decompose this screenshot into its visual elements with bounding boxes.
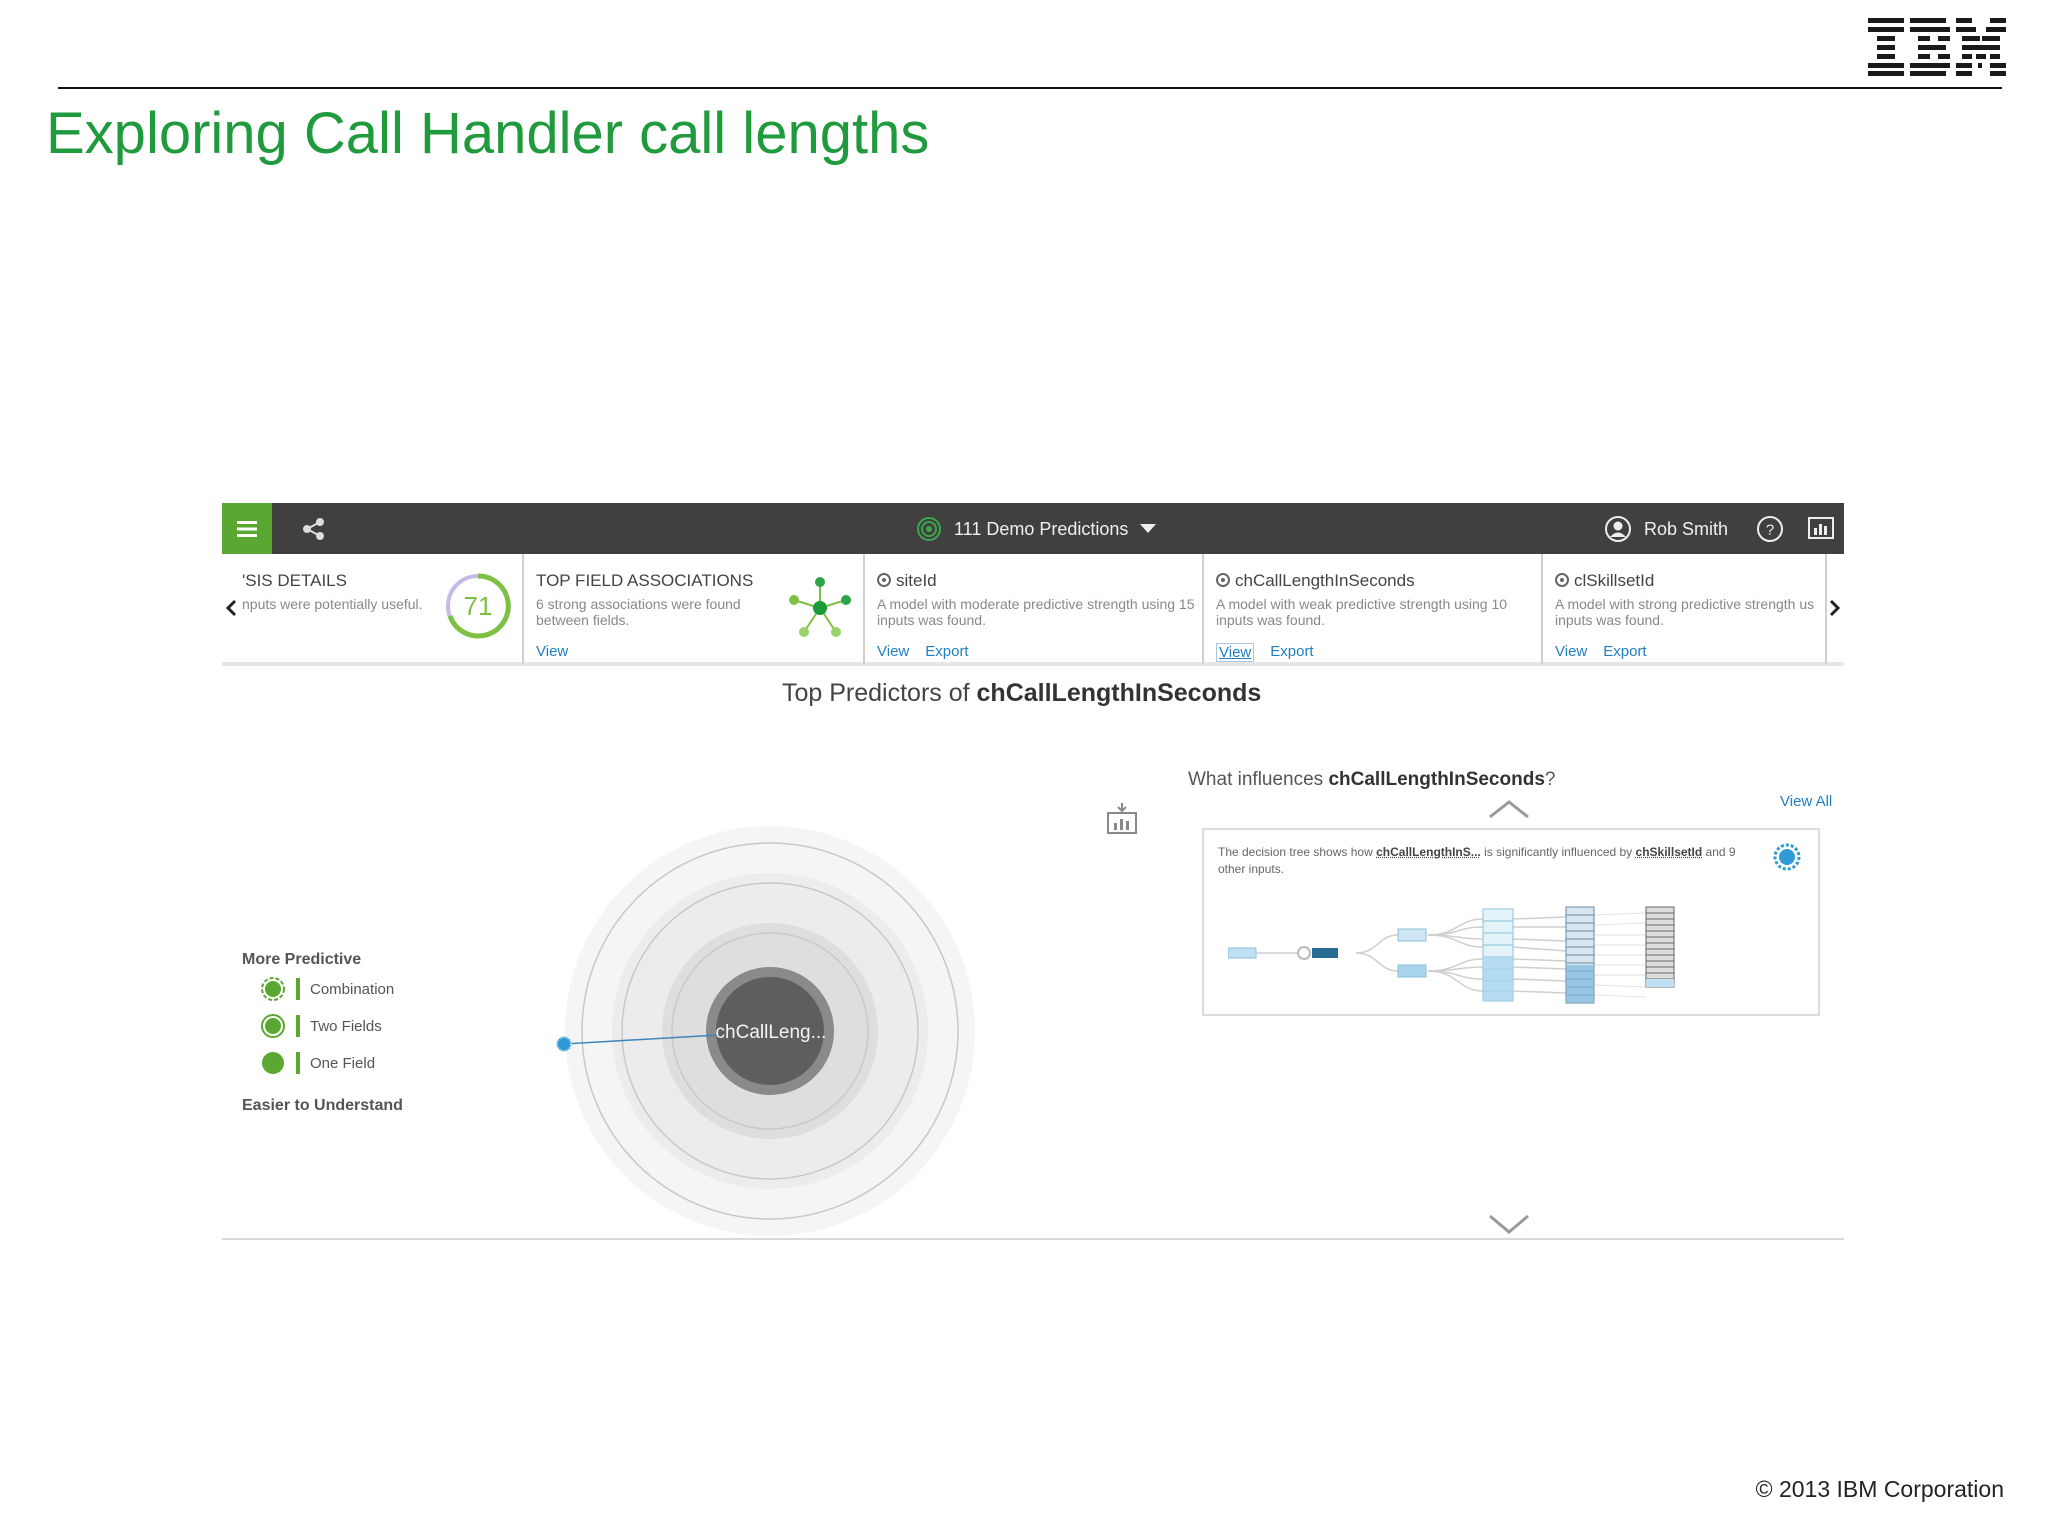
card-title: TOP FIELD ASSOCIATIONS <box>536 571 754 590</box>
top-bar: 111 Demo Predictions Rob Smith ? <box>222 503 1844 554</box>
insight-cards-carousel: 'SIS DETAILS nputs were potentially usef… <box>222 554 1844 666</box>
card-title: 'SIS DETAILS <box>242 571 347 590</box>
score-ring-icon: 71 <box>446 573 511 639</box>
bubble-center-label: chCallLeng... <box>716 1022 827 1043</box>
network-graph-icon <box>789 577 851 637</box>
card-desc: 6 strong associations were found between… <box>536 596 741 628</box>
one-field-icon <box>262 1052 284 1074</box>
carousel-next-icon[interactable] <box>1826 598 1842 618</box>
hamburger-icon <box>237 520 257 537</box>
card-desc: A model with strong predictive strength … <box>1555 596 1815 628</box>
export-link[interactable]: Export <box>925 643 968 660</box>
target-radio-icon <box>877 573 891 587</box>
card-desc: A model with moderate predictive strengt… <box>877 596 1195 628</box>
caret-down-icon <box>1140 524 1157 533</box>
ibm-logo <box>1868 18 2006 76</box>
user-menu[interactable]: Rob Smith <box>1604 514 1728 544</box>
influence-title: What influences chCallLengthInSeconds? <box>1188 769 1556 790</box>
chevron-up-icon[interactable] <box>1488 799 1530 819</box>
project-name: 111 Demo Predictions <box>954 518 1129 539</box>
slide-title: Exploring Call Handler call lengths <box>46 101 930 166</box>
view-link[interactable]: View <box>536 643 568 660</box>
predictor-legend-bottom: Easier to Understand <box>242 1097 403 1115</box>
view-link[interactable]: View <box>1216 643 1255 662</box>
menu-button[interactable] <box>222 503 272 554</box>
legend-top-label: More Predictive <box>242 951 362 968</box>
legend-label: Two Fields <box>310 1017 382 1035</box>
gear-icon[interactable] <box>1772 842 1802 872</box>
legend-item-two-fields: Two Fields <box>260 1013 382 1039</box>
report-icon[interactable] <box>1808 517 1834 541</box>
decision-tree-card[interactable]: The decision tree shows how chCallLength… <box>1202 828 1820 1016</box>
card-analysis-details[interactable]: 'SIS DETAILS nputs were potentially usef… <box>222 554 524 664</box>
card-top-field-associations[interactable]: TOP FIELD ASSOCIATIONS 6 strong associat… <box>524 554 865 664</box>
card-desc: nputs were potentially useful. <box>242 596 423 612</box>
legend-item-combination: Combination <box>260 976 394 1002</box>
two-fields-icon <box>261 1014 285 1038</box>
legend-bottom-label: Easier to Understand <box>242 1097 403 1114</box>
tree-description: The decision tree shows how chCallLength… <box>1218 845 1736 876</box>
download-icon[interactable] <box>1106 803 1138 835</box>
card-siteid[interactable]: siteId A model with moderate predictive … <box>865 554 1204 664</box>
card-desc: A model with weak predictive strength us… <box>1216 596 1508 628</box>
predictor-legend: More Predictive <box>242 951 361 969</box>
card-clskillsetid[interactable]: clSkillsetId A model with strong predict… <box>1543 554 1827 664</box>
share-icon[interactable] <box>300 515 328 543</box>
card-chcalllengthinseconds[interactable]: chCallLengthInSeconds A model with weak … <box>1204 554 1543 664</box>
svg-text:?: ? <box>1766 522 1774 539</box>
card-title: chCallLengthInSeconds <box>1216 571 1415 591</box>
view-all-link[interactable]: View All <box>1780 793 1832 810</box>
export-link[interactable]: Export <box>1603 643 1646 660</box>
chevron-down-icon[interactable] <box>1488 1213 1530 1235</box>
target-radio-icon <box>1555 573 1569 587</box>
bottom-divider <box>222 1238 1844 1240</box>
card-title: siteId <box>877 571 937 591</box>
combination-icon <box>261 977 285 1001</box>
view-link[interactable]: View <box>1555 643 1587 660</box>
view-link[interactable]: View <box>877 643 909 660</box>
user-name: Rob Smith <box>1643 518 1728 539</box>
legend-label: One Field <box>310 1054 376 1072</box>
decision-tree-thumbnail <box>1228 906 1675 1004</box>
export-link[interactable]: Export <box>1270 643 1313 662</box>
radar-icon <box>917 517 941 541</box>
card-title: clSkillsetId <box>1555 571 1654 591</box>
predictor-node <box>556 1036 572 1052</box>
user-avatar-icon <box>1604 516 1631 542</box>
help-icon[interactable]: ? <box>1756 515 1784 543</box>
legend-item-one-field: One Field <box>260 1050 375 1076</box>
app-screenshot: 111 Demo Predictions Rob Smith ? 'SIS DE… <box>222 503 1844 1243</box>
score-value: 71 <box>464 591 493 621</box>
slide-header-rule <box>58 87 2002 89</box>
predictor-bubble-chart: chCallLeng... <box>556 826 975 1236</box>
legend-label: Combination <box>310 980 395 998</box>
project-selector[interactable]: 111 Demo Predictions <box>916 515 1157 543</box>
main-title: Top Predictors of chCallLengthInSeconds <box>782 679 1262 707</box>
copyright-notice: © 2013 IBM Corporation <box>1755 1476 2004 1502</box>
target-radio-icon <box>1216 573 1230 587</box>
